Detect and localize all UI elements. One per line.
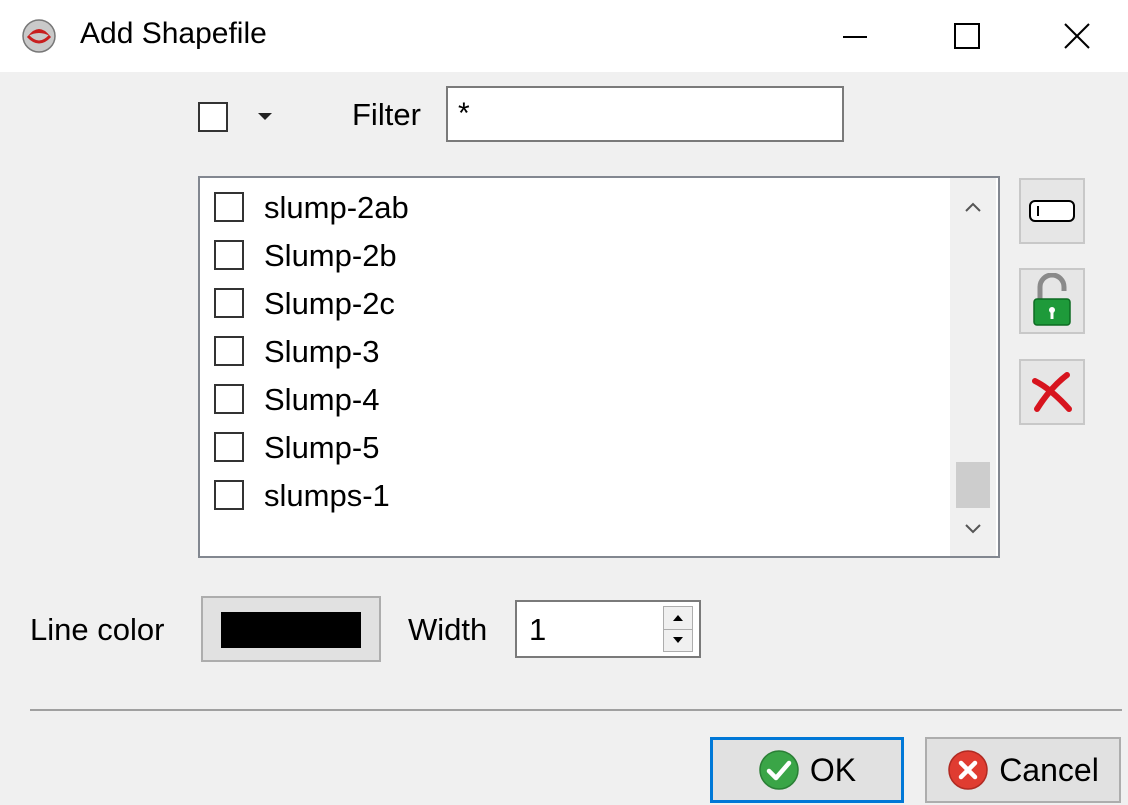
layer-label: slump-2ab <box>264 190 409 225</box>
line-color-button[interactable] <box>201 596 381 662</box>
scroll-up-button[interactable] <box>950 182 996 232</box>
cancel-button[interactable]: Cancel <box>925 737 1121 803</box>
select-options-dropdown-icon[interactable] <box>258 113 272 120</box>
layer-list[interactable]: slump-2ab Slump-2b Slump-2c Slump-3 Slum… <box>198 176 1000 558</box>
list-item[interactable]: slumps-1 <box>214 474 934 518</box>
list-item[interactable]: Slump-4 <box>214 378 934 422</box>
list-item[interactable]: Slump-5 <box>214 426 934 470</box>
minimize-button[interactable] <box>800 0 910 72</box>
scroll-down-button[interactable] <box>950 504 996 554</box>
ok-label: OK <box>809 751 857 788</box>
footer-divider <box>30 709 1122 711</box>
cancel-circle-icon <box>947 749 989 791</box>
title-bar: Add Shapefile <box>0 0 1128 72</box>
width-stepper[interactable]: 1 <box>515 600 701 658</box>
layer-checkbox[interactable] <box>214 336 244 366</box>
layer-checkbox[interactable] <box>214 432 244 462</box>
list-item[interactable]: Slump-2c <box>214 282 934 326</box>
list-scrollbar[interactable] <box>950 178 996 556</box>
window-title: Add Shapefile <box>80 17 267 50</box>
layer-checkbox[interactable] <box>214 384 244 414</box>
layer-checkbox[interactable] <box>214 288 244 318</box>
maximize-icon <box>954 23 980 49</box>
layer-checkbox[interactable] <box>214 240 244 270</box>
triangle-up-icon <box>673 615 683 621</box>
list-item[interactable]: slump-2ab <box>214 186 934 230</box>
unlock-button[interactable] <box>1019 268 1085 334</box>
maximize-button[interactable] <box>912 0 1022 72</box>
layer-label: Slump-2c <box>264 286 395 321</box>
chevron-down-icon <box>965 524 981 534</box>
list-item[interactable]: Slump-2b <box>214 234 934 278</box>
stepper-down-button[interactable] <box>664 629 692 651</box>
select-all-checkbox[interactable] <box>198 102 228 132</box>
layer-label: Slump-3 <box>264 334 380 369</box>
rename-button[interactable] <box>1019 178 1085 244</box>
chevron-up-icon <box>965 202 981 212</box>
layer-label: Slump-2b <box>264 238 397 273</box>
delete-button[interactable] <box>1019 359 1085 425</box>
map-app-icon <box>20 18 58 54</box>
line-color-swatch <box>221 612 361 648</box>
layer-checkbox[interactable] <box>214 192 244 222</box>
delete-icon <box>1032 372 1072 412</box>
list-item[interactable]: Slump-3 <box>214 330 934 374</box>
filter-input[interactable]: * <box>446 86 844 142</box>
width-value[interactable]: 1 <box>529 610 546 650</box>
close-icon <box>1064 23 1090 49</box>
rename-icon <box>1029 200 1075 222</box>
stepper-buttons <box>663 606 693 652</box>
add-shapefile-dialog: Add Shapefile Filter * slump-2ab Slump-2… <box>0 0 1128 805</box>
check-icon <box>758 749 800 791</box>
minimize-icon <box>843 36 867 38</box>
line-color-label: Line color <box>30 612 165 647</box>
layer-label: Slump-4 <box>264 382 380 417</box>
layer-label: slumps-1 <box>264 478 390 513</box>
width-label: Width <box>408 612 488 647</box>
close-button[interactable] <box>1022 0 1128 72</box>
ok-button[interactable]: OK <box>710 737 904 803</box>
layer-label: Slump-5 <box>264 430 380 465</box>
unlock-icon <box>1033 273 1071 326</box>
cancel-label: Cancel <box>999 751 1099 788</box>
stepper-up-button[interactable] <box>664 607 692 630</box>
scroll-thumb[interactable] <box>956 462 990 508</box>
triangle-down-icon <box>673 637 683 643</box>
filter-label: Filter <box>352 97 421 132</box>
layer-checkbox[interactable] <box>214 480 244 510</box>
